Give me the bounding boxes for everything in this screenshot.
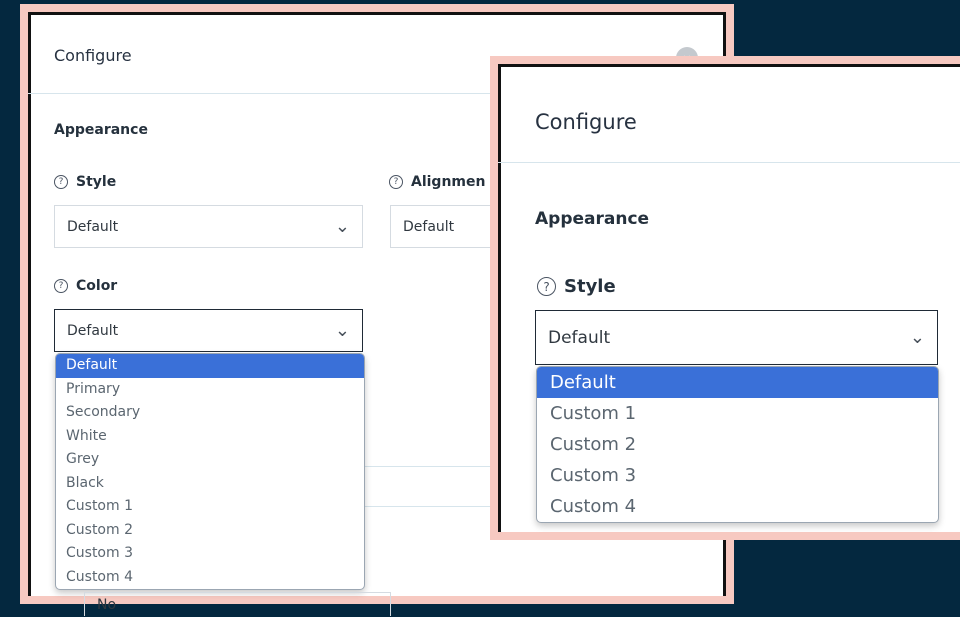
modal-title: Configure xyxy=(535,110,637,134)
color-option-white[interactable]: White xyxy=(56,425,364,449)
color-option-primary[interactable]: Primary xyxy=(56,378,364,402)
style-option-custom-4[interactable]: Custom 4 xyxy=(537,491,938,522)
alignment-select-value: Default xyxy=(403,218,455,235)
color-option-custom-3[interactable]: Custom 3 xyxy=(56,542,364,566)
help-icon[interactable]: ? xyxy=(54,279,68,293)
section-title: Appearance xyxy=(54,122,148,138)
style-option-default[interactable]: Default xyxy=(537,367,938,398)
style-select[interactable]: Default ⌄ xyxy=(535,310,938,365)
color-label-row: ? Color xyxy=(54,278,117,294)
style-label-row: ? Style xyxy=(54,174,116,190)
color-option-grey[interactable]: Grey xyxy=(56,448,364,472)
help-icon[interactable]: ? xyxy=(54,175,68,189)
style-select-value: Default xyxy=(67,218,119,235)
style-label-row: ? Style xyxy=(537,276,616,297)
section-title: Appearance xyxy=(535,209,650,229)
frame-left-edge xyxy=(498,64,501,532)
modal-title: Configure xyxy=(54,46,132,65)
style-option-custom-3[interactable]: Custom 3 xyxy=(537,460,938,491)
help-icon[interactable]: ? xyxy=(537,277,556,296)
frame-left-edge xyxy=(28,12,31,596)
style-dropdown[interactable]: Default Custom 1 Custom 2 Custom 3 Custo… xyxy=(536,366,939,523)
modal-header-divider xyxy=(498,162,960,163)
chevron-down-icon: ⌄ xyxy=(334,319,350,341)
style-select[interactable]: Default ⌄ xyxy=(54,205,363,248)
right-modal-screenshot: Configure Appearance ? Style Default ⌄ D… xyxy=(490,56,960,540)
style-label: Style xyxy=(564,276,616,297)
alignment-label: Alignmen xyxy=(411,174,486,190)
alignment-select[interactable]: Default xyxy=(390,205,500,248)
style-option-custom-2[interactable]: Custom 2 xyxy=(537,429,938,460)
lower-select-value: No xyxy=(97,597,117,613)
chevron-down-icon: ⌄ xyxy=(909,326,925,348)
style-option-custom-1[interactable]: Custom 1 xyxy=(537,398,938,429)
color-option-black[interactable]: Black xyxy=(56,472,364,496)
frame-top-edge xyxy=(498,64,960,67)
chevron-down-icon: ⌄ xyxy=(334,215,350,237)
lower-select[interactable]: No xyxy=(84,592,391,616)
alignment-label-row: ? Alignmen xyxy=(389,174,485,190)
color-option-custom-4[interactable]: Custom 4 xyxy=(56,566,364,590)
style-label: Style xyxy=(76,174,117,190)
style-select-value: Default xyxy=(548,327,611,348)
color-dropdown[interactable]: Default Primary Secondary White Grey Bla… xyxy=(55,353,365,590)
color-select-value: Default xyxy=(67,322,119,339)
frame-top-edge xyxy=(28,12,726,15)
color-option-default[interactable]: Default xyxy=(56,354,364,378)
color-option-secondary[interactable]: Secondary xyxy=(56,401,364,425)
color-label: Color xyxy=(76,278,118,294)
color-option-custom-1[interactable]: Custom 1 xyxy=(56,495,364,519)
color-select[interactable]: Default ⌄ xyxy=(54,309,363,352)
color-option-custom-2[interactable]: Custom 2 xyxy=(56,519,364,543)
help-icon[interactable]: ? xyxy=(389,175,403,189)
